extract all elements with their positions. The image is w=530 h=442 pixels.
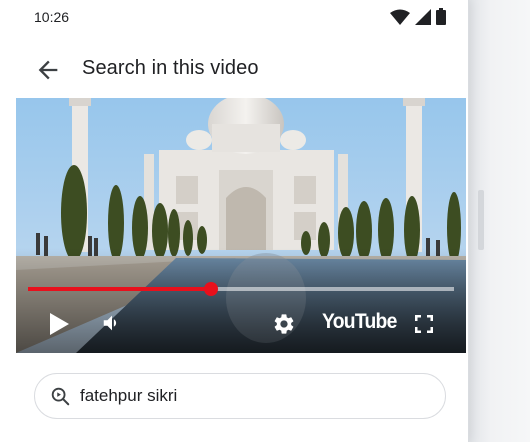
search-query-text: fatehpur sikri [80,386,178,405]
arrow-back-icon[interactable] [34,56,62,84]
fullscreen-icon[interactable] [412,312,436,336]
search-icon [51,387,70,406]
youtube-logo[interactable]: YouTube [322,310,397,334]
volume-icon[interactable] [100,312,124,334]
video-player[interactable]: YouTube [16,98,466,353]
wifi-icon [390,9,410,25]
status-bar: 10:26 [0,0,468,36]
phone-screen: 10:26 Search in this video YouTube fateh… [0,0,469,442]
page-title: Search in this video [82,57,259,79]
status-time: 10:26 [34,9,70,25]
video-progress-played [28,287,212,291]
signal-icon [415,9,431,25]
play-icon[interactable] [48,312,70,336]
search-input[interactable]: fatehpur sikri [34,373,446,419]
battery-icon [436,8,446,25]
phone-side-button [478,190,484,250]
video-frame [16,98,466,353]
app-bar: Search in this video [0,48,468,92]
video-progress-bar[interactable] [28,282,454,296]
status-icons [390,8,446,25]
background [465,0,530,442]
settings-gear-icon[interactable] [272,312,296,336]
